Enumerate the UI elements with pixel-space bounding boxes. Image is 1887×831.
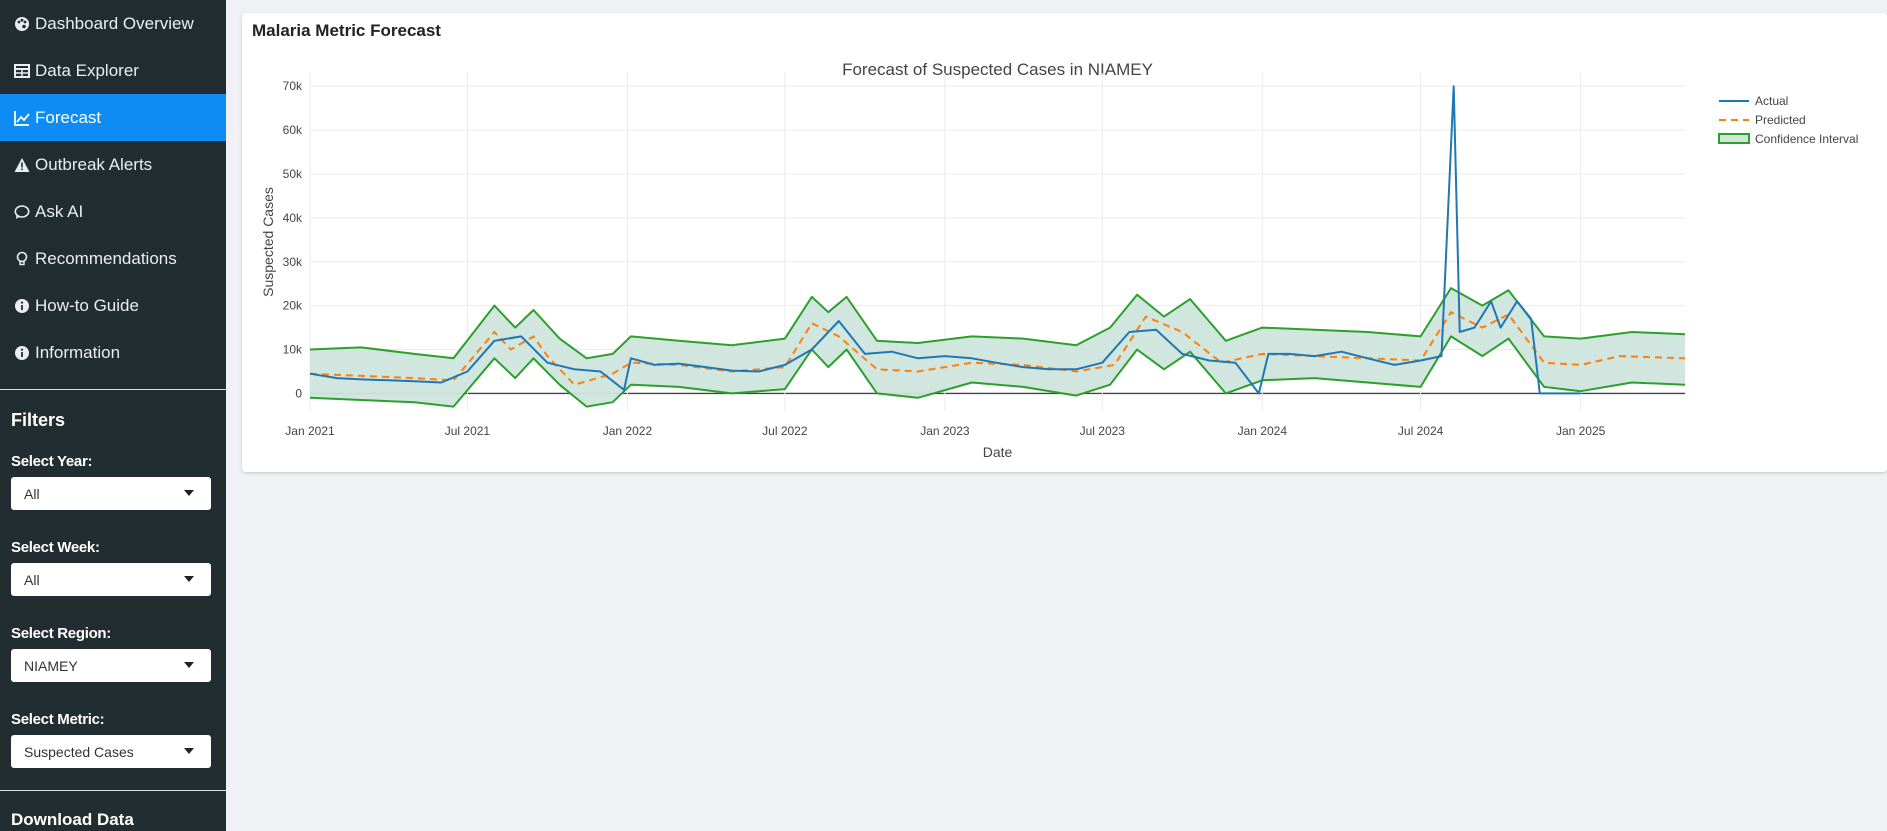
sidebar-item-label: Recommendations (35, 248, 177, 268)
info-circle-icon (13, 297, 30, 314)
sidebar-menu: Dashboard Overview Data Explorer Forecast O… (0, 0, 226, 376)
y-tick-label: 40k (283, 211, 303, 225)
sidebar-item-label: Outbreak Alerts (35, 154, 153, 174)
metric-select-value: Suspected Cases (24, 743, 134, 760)
x-tick-label: Jul 2024 (1398, 424, 1444, 438)
lightbulb-icon (13, 250, 30, 267)
x-tick-label: Jul 2021 (445, 424, 491, 438)
sidebar-item-recommendations[interactable]: Recommendations (0, 235, 226, 282)
filters-title: Filters (11, 410, 66, 430)
sidebar-item-outbreak-alerts[interactable]: Outbreak Alerts (0, 141, 226, 188)
table-icon (13, 62, 30, 79)
y-tick-label: 70k (283, 79, 303, 93)
sidebar-divider (0, 790, 226, 791)
y-tick-label: 50k (283, 167, 303, 181)
metric-select[interactable]: Suspected Cases (11, 735, 211, 768)
week-select[interactable]: All (11, 563, 211, 596)
info-circle-icon (13, 344, 30, 361)
sidebar-item-label: Data Explorer (35, 60, 139, 80)
y-tick-label: 0 (295, 386, 302, 400)
sidebar-item-ask-ai[interactable]: Ask AI (0, 188, 226, 235)
chart-title: Forecast of Suspected Cases in NIAMEY (842, 60, 1153, 79)
x-tick-label: Jan 2023 (920, 424, 970, 438)
y-tick-label: 30k (283, 255, 303, 269)
palette-icon (13, 15, 30, 32)
sidebar-item-data-explorer[interactable]: Data Explorer (0, 47, 226, 94)
legend-predicted-label: Predicted (1755, 113, 1806, 127)
sidebar-item-label: How-to Guide (35, 295, 139, 315)
x-tick-label: Jul 2022 (762, 424, 808, 438)
region-select-value: NIAMEY (24, 657, 78, 674)
sidebar-divider (0, 389, 226, 390)
chat-bubble-icon (13, 203, 30, 220)
caret-down-icon (184, 662, 194, 668)
x-tick-label: Jan 2025 (1556, 424, 1606, 438)
y-tick-label: 60k (283, 123, 303, 137)
x-tick-label: Jan 2024 (1238, 424, 1288, 438)
week-select-value: All (24, 571, 40, 588)
sidebar-item-how-to-guide[interactable]: How-to Guide (0, 282, 226, 329)
forecast-chart: Forecast of Suspected Cases in NIAMEY 0 10… (260, 60, 1858, 460)
x-axis-label: Date (983, 444, 1013, 460)
metric-filter-label: Select Metric: (11, 711, 105, 728)
y-tick-label: 20k (283, 299, 303, 313)
year-select[interactable]: All (11, 477, 211, 510)
legend-actual-label: Actual (1755, 94, 1788, 108)
week-filter-label: Select Week: (11, 539, 100, 556)
legend-ci-swatch (1718, 133, 1750, 144)
region-filter-label: Select Region: (11, 625, 111, 642)
download-data-link[interactable]: Download Data (11, 810, 134, 830)
sidebar-item-forecast[interactable]: Forecast (0, 94, 226, 141)
x-tick-label: Jan 2021 (285, 424, 335, 438)
y-axis-label: Suspected Cases (260, 187, 276, 297)
warning-icon (13, 156, 30, 173)
caret-down-icon (184, 576, 194, 582)
sidebar-item-label: Information (35, 342, 121, 362)
sidebar: Dashboard Overview Data Explorer Forecast O… (0, 0, 226, 831)
y-tick-label: 10k (283, 343, 303, 357)
legend-ci-label: Confidence Interval (1755, 132, 1858, 146)
line-chart-icon (13, 109, 30, 126)
caret-down-icon (184, 748, 194, 754)
x-tick-label: Jul 2023 (1080, 424, 1126, 438)
sidebar-item-information[interactable]: Information (0, 329, 226, 376)
forecast-card: Malaria Metric Forecast Forecast of Susp… (242, 13, 1887, 472)
sidebar-item-label: Ask AI (35, 201, 84, 221)
caret-down-icon (184, 490, 194, 496)
year-filter-label: Select Year: (11, 453, 93, 470)
sidebar-item-dashboard-overview[interactable]: Dashboard Overview (0, 0, 226, 47)
region-select[interactable]: NIAMEY (11, 649, 211, 682)
sidebar-item-label: Dashboard Overview (35, 13, 194, 33)
year-select-value: All (24, 485, 40, 502)
sidebar-item-label: Forecast (35, 107, 102, 127)
x-tick-label: Jan 2022 (603, 424, 653, 438)
